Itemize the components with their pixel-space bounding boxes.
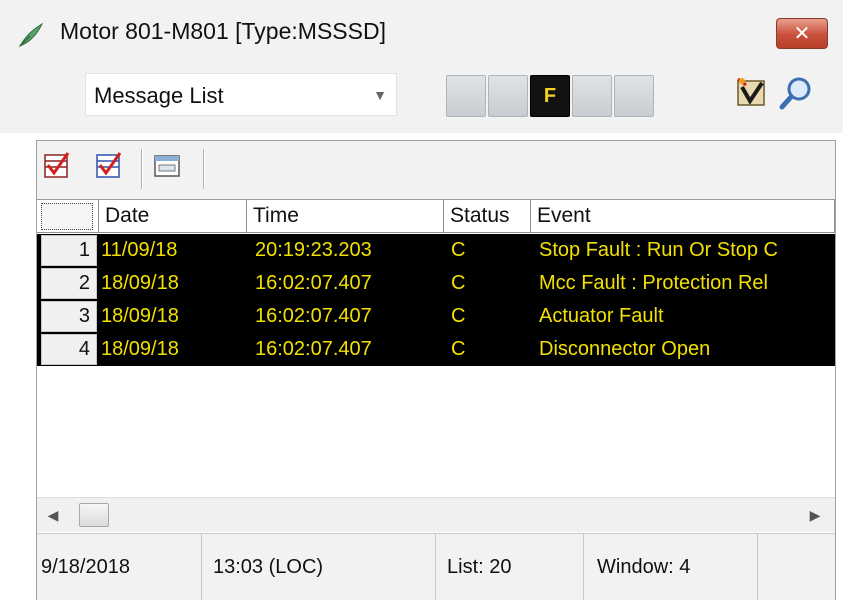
window-icon[interactable]	[153, 151, 181, 181]
grid-header: Date Time Status Event	[37, 200, 835, 233]
indicator-group: F	[446, 75, 660, 117]
panel-toolbar	[37, 141, 835, 199]
search-icon[interactable]	[778, 75, 814, 111]
motor-window: Motor 801-M801 [Type:MSSSD] ✕ Message Li…	[0, 0, 843, 606]
message-panel: Date Time Status Event 1 11/09/18 20:19:…	[36, 140, 836, 600]
message-grid: Date Time Status Event 1 11/09/18 20:19:…	[37, 199, 835, 500]
close-button[interactable]: ✕	[776, 18, 828, 49]
cell-status: C	[451, 338, 466, 360]
cell-status: C	[451, 239, 466, 261]
app-logo-icon	[18, 22, 44, 48]
scroll-thumb[interactable]	[79, 503, 109, 527]
cell-event: Mcc Fault : Protection Rel	[539, 272, 768, 294]
column-header-event[interactable]: Event	[531, 200, 835, 233]
cell-date: 18/09/18	[101, 338, 179, 360]
cell-time: 16:02:07.407	[255, 338, 372, 360]
table-row[interactable]: 3 18/09/18 16:02:07.407 C Actuator Fault	[37, 300, 835, 333]
column-header-time[interactable]: Time	[247, 200, 444, 233]
checklist-icon[interactable]	[43, 151, 71, 181]
indicator-5[interactable]	[614, 75, 654, 117]
row-number[interactable]: 1	[41, 235, 97, 266]
horizontal-scrollbar[interactable]: ◀ ▶	[37, 497, 835, 532]
row-number[interactable]: 3	[41, 301, 97, 332]
toolbar-separator	[203, 149, 205, 189]
cell-event: Actuator Fault	[539, 305, 664, 327]
indicator-1[interactable]	[446, 75, 486, 117]
header-corner[interactable]	[37, 200, 99, 233]
table-row[interactable]: 2 18/09/18 16:02:07.407 C Mcc Fault : Pr…	[37, 267, 835, 300]
cell-time: 20:19:23.203	[255, 239, 372, 261]
column-header-status[interactable]: Status	[444, 200, 531, 233]
window-title: Motor 801-M801 [Type:MSSSD]	[60, 18, 386, 44]
cell-time: 16:02:07.407	[255, 305, 372, 327]
cell-event: Stop Fault : Run Or Stop C	[539, 239, 778, 261]
cell-status: C	[451, 305, 466, 327]
cell-status: C	[451, 272, 466, 294]
status-list-count: List: 20	[447, 534, 584, 600]
scroll-right-icon[interactable]: ▶	[807, 506, 823, 524]
status-bar: 9/18/2018 13:03 (LOC) List: 20 Window: 4	[37, 533, 835, 600]
select-all-cell[interactable]	[41, 203, 93, 230]
indicator-2[interactable]	[488, 75, 528, 117]
toolbar: Message List ▼ F	[0, 63, 843, 133]
cell-event: Disconnector Open	[539, 338, 711, 360]
status-time: 13:03 (LOC)	[213, 534, 436, 600]
cell-date: 18/09/18	[101, 305, 179, 327]
toolbar-separator	[141, 149, 143, 189]
close-icon: ✕	[793, 21, 811, 45]
indicator-fault[interactable]: F	[530, 75, 570, 117]
cell-date: 18/09/18	[101, 272, 179, 294]
scroll-left-icon[interactable]: ◀	[45, 506, 61, 524]
column-header-date[interactable]: Date	[99, 200, 247, 233]
chevron-down-icon[interactable]: ▼	[372, 87, 388, 103]
cell-date: 11/09/18	[101, 239, 178, 261]
view-select-value: Message List	[94, 83, 224, 108]
cell-time: 16:02:07.407	[255, 272, 372, 294]
row-number[interactable]: 4	[41, 334, 97, 365]
row-number[interactable]: 2	[41, 268, 97, 299]
indicator-4[interactable]	[572, 75, 612, 117]
title-bar[interactable]: Motor 801-M801 [Type:MSSSD] ✕	[0, 0, 843, 63]
table-row[interactable]: 1 11/09/18 20:19:23.203 C Stop Fault : R…	[37, 234, 835, 267]
status-date: 9/18/2018	[41, 534, 202, 600]
checklist-red-icon[interactable]	[95, 151, 123, 181]
view-select[interactable]: Message List ▼	[85, 73, 397, 116]
table-row[interactable]: 4 18/09/18 16:02:07.407 C Disconnector O…	[37, 333, 835, 366]
status-window-count: Window: 4	[597, 534, 758, 600]
alarm-acknowledge-icon[interactable]	[734, 75, 770, 111]
